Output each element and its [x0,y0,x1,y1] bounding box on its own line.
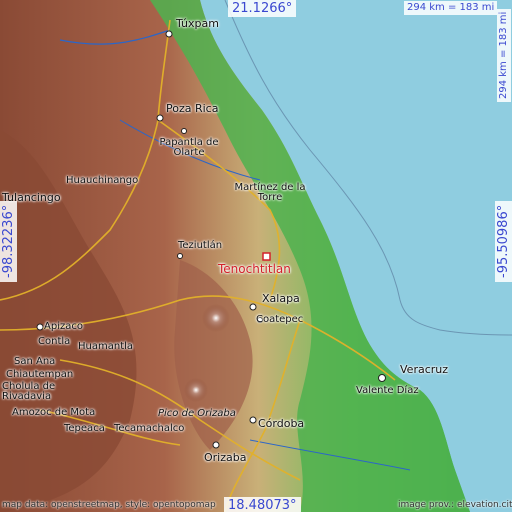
place-label-papantla: Papantla de Olarte [159,137,219,158]
top-scale-label: 294 km = 183 mi [404,1,498,15]
right-longitude-label: -95.50986° [495,200,512,282]
place-label-xalapa: Xalapa [262,292,300,305]
place-label-cholula: Cholula de Rivadavia [2,381,56,402]
left-longitude-label: -98.32236° [0,200,17,282]
place-label-tecamachalco: Tecamachalco [114,423,185,434]
terrain-layer [0,0,512,512]
bottom-latitude-label: 18.48073° [224,497,301,512]
target-place-label: Tenochtitlan [218,262,291,276]
place-label-apizaco: Apizaco [44,321,83,332]
image-attribution: image prov.: elevation.city [398,500,512,510]
place-label-coatepec: Coatepec [256,314,304,325]
target-marker [262,252,271,261]
place-label-orizaba: Orizaba [204,451,247,464]
place-label-valente-diaz: Valente Díaz [356,385,419,396]
place-label-cordoba: Córdoba [258,417,305,430]
place-label-poza-rica: Poza Rica [166,102,219,115]
right-scale-label: 294 km = 183 mi [497,8,511,102]
map-attribution: map data: openstreetmap, style: opentopo… [2,500,216,510]
place-label-tepeaca: Tepeaca [64,423,105,434]
map-view[interactable]: Túxpam Poza Rica Papantla de Olarte Huau… [0,0,512,512]
place-label-contla: Contla [38,336,71,347]
place-label-martinez-de-la-torre: Martínez de la Torre [234,182,306,203]
place-label-san-ana: San Ana [14,356,56,367]
place-label-huauchinango: Huauchinango [66,175,139,186]
place-label-chiautempan: Chiautempan [6,369,74,380]
place-label-amozoc: Amozoc de Mota [12,407,96,418]
place-label-teziutlan: Teziutlán [178,240,223,251]
place-label-veracruz: Veracruz [400,363,449,376]
top-latitude-label: 21.1266° [228,0,297,17]
place-label-tuxpam: Túxpam [176,17,219,30]
place-label-pico-de-orizaba: Pico de Orizaba [158,408,236,419]
place-label-huamantla: Huamantla [78,341,134,352]
